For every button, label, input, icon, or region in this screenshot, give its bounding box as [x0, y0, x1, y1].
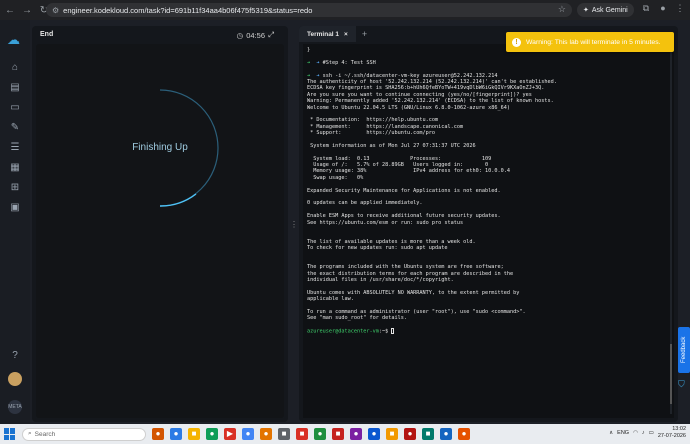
taskbar-app-icon[interactable]: ■: [386, 428, 398, 440]
wifi-icon[interactable]: ◠: [633, 430, 638, 436]
taskbar-app-icon[interactable]: ●: [368, 428, 380, 440]
taskbar-app-icon[interactable]: ●: [242, 428, 254, 440]
taskbar-app-icon[interactable]: ▶: [224, 428, 236, 440]
terminal-scrollbar[interactable]: [670, 48, 672, 414]
playbook-icon[interactable]: ▣: [9, 202, 21, 214]
taskbar-app-icon[interactable]: ■: [296, 428, 308, 440]
taskbar-app-icon[interactable]: ■: [422, 428, 434, 440]
home-icon[interactable]: ⌂: [9, 62, 21, 74]
url-text: engineer.kodekloud.com/task?id=691b11f34…: [63, 5, 313, 15]
profile-icon[interactable]: ●: [657, 3, 669, 14]
help-icon[interactable]: ?: [9, 350, 21, 362]
avatar[interactable]: [8, 372, 22, 386]
taskbar-app-icon[interactable]: ●: [458, 428, 470, 440]
finishing-status: Finishing Up: [132, 142, 188, 153]
add-tab-icon[interactable]: +: [362, 29, 367, 39]
feedback-button[interactable]: Feedback: [678, 327, 690, 373]
battery-icon[interactable]: ▭: [649, 430, 654, 436]
taskbar-app-icon[interactable]: ●: [440, 428, 452, 440]
taskbar-app-icon[interactable]: ●: [350, 428, 362, 440]
forward-icon[interactable]: →: [20, 3, 34, 17]
clock-time: 13:02: [672, 426, 686, 432]
close-tab-icon[interactable]: ×: [344, 31, 348, 38]
tools-icon[interactable]: ✎: [9, 122, 21, 134]
warning-icon: !: [512, 37, 521, 47]
lab-app: ☁ ⌂ ▤ ▭ ✎ ☰ ▦ ⊞ ▣ ? META End ◷ 04:56 ⤢ F…: [0, 20, 690, 424]
cursor-icon: [391, 328, 395, 334]
taskbar-app-icon[interactable]: ■: [278, 428, 290, 440]
volume-icon[interactable]: ♪: [642, 430, 645, 436]
task-panel: End ◷ 04:56 ⤢ Finishing Up: [32, 26, 288, 422]
bookmark-star-icon[interactable]: ☆: [558, 4, 566, 15]
taskbar-app-icon[interactable]: ●: [314, 428, 326, 440]
ask-gemini-label: Ask Gemini: [591, 6, 628, 14]
back-icon[interactable]: ←: [3, 3, 17, 17]
panel-title: End: [40, 30, 54, 38]
grid-icon[interactable]: ⊞: [9, 182, 21, 194]
prompt-suffix: :~$: [378, 328, 392, 335]
taskbar-app-icon[interactable]: ●: [404, 428, 416, 440]
search-placeholder: Search: [34, 430, 56, 438]
extensions-icon[interactable]: ⧉: [640, 3, 652, 14]
ask-gemini-button[interactable]: ✦ Ask Gemini: [577, 3, 634, 17]
terminal-icon[interactable]: ▭: [9, 102, 21, 114]
taskbar-app-icon[interactable]: ■: [332, 428, 344, 440]
terminal-output[interactable]: } ➜ ➜ #Step 4: Test SSH ➜ ➜ ssh -i ~/.ssh/…: [303, 44, 674, 418]
lab-timer: ◷ 04:56 ⤢: [237, 30, 274, 40]
finishing-screen: Finishing Up: [36, 44, 284, 418]
tray-expand-icon[interactable]: ∧: [609, 430, 613, 436]
shield-icon[interactable]: ⛉: [678, 379, 688, 389]
site-info-icon[interactable]: ⚙: [52, 6, 59, 15]
clock-date: 27-07-2026: [657, 433, 686, 439]
taskbar-app-icon[interactable]: ■: [188, 428, 200, 440]
system-clock[interactable]: 13:02 27-07-2026: [658, 426, 686, 440]
taskbar-search-input[interactable]: ⌕ Search: [22, 427, 146, 441]
prompt-user: azureuser@datacenter-vm: [307, 328, 379, 335]
progress-arc-icon: [159, 89, 219, 207]
language-indicator[interactable]: ENG: [617, 430, 629, 436]
book-icon[interactable]: ▤: [9, 82, 21, 94]
taskbar-app-icon[interactable]: ●: [206, 428, 218, 440]
gemini-icon: ✦: [583, 7, 589, 14]
stopwatch-icon: ◷: [236, 30, 244, 40]
kodekloud-logo-icon[interactable]: ☁: [7, 33, 23, 46]
terminal-panel: Terminal 1 × + } ➜ ➜ #Step 4: Test SSH ➜ ➜…: [299, 26, 678, 422]
map-icon[interactable]: ▦: [9, 162, 21, 174]
taskbar-app-icon[interactable]: ●: [152, 428, 164, 440]
fullscreen-icon[interactable]: ⤢: [268, 30, 274, 40]
toast-message: Warning: This lab will terminate in 5 mi…: [526, 38, 661, 46]
menu-icon[interactable]: ⋮: [674, 3, 686, 14]
taskbar-app-icon[interactable]: ●: [170, 428, 182, 440]
tab-terminal-1[interactable]: Terminal 1 ×: [299, 26, 356, 42]
search-icon: ⌕: [28, 430, 32, 437]
windows-start-icon[interactable]: [4, 428, 16, 440]
taskbar-app-icon[interactable]: ●: [260, 428, 272, 440]
meta-badge-icon[interactable]: META: [8, 400, 22, 414]
browser-toolbar: ← → ↻ ⚙ engineer.kodekloud.com/task?id=6…: [0, 0, 690, 20]
panel-resize-handle-icon[interactable]: ⋮: [290, 220, 298, 229]
address-bar[interactable]: ⚙ engineer.kodekloud.com/task?id=691b11f…: [46, 3, 572, 17]
timer-value: 04:56: [246, 30, 265, 40]
terminal-prompt-line: azureuser@datacenter-vm:~$: [307, 328, 670, 335]
windows-taskbar: ⌕ Search ● ● ■ ● ▶ ● ● ■ ■ ● ■ ● ● ■ ● ■…: [0, 424, 690, 444]
warning-toast: ! Warning: This lab will terminate in 5 …: [506, 32, 674, 52]
tab-label: Terminal 1: [307, 30, 340, 38]
list-icon[interactable]: ☰: [9, 142, 21, 154]
left-nav-rail: ☁ ⌂ ▤ ▭ ✎ ☰ ▦ ⊞ ▣ ? META: [0, 20, 30, 424]
